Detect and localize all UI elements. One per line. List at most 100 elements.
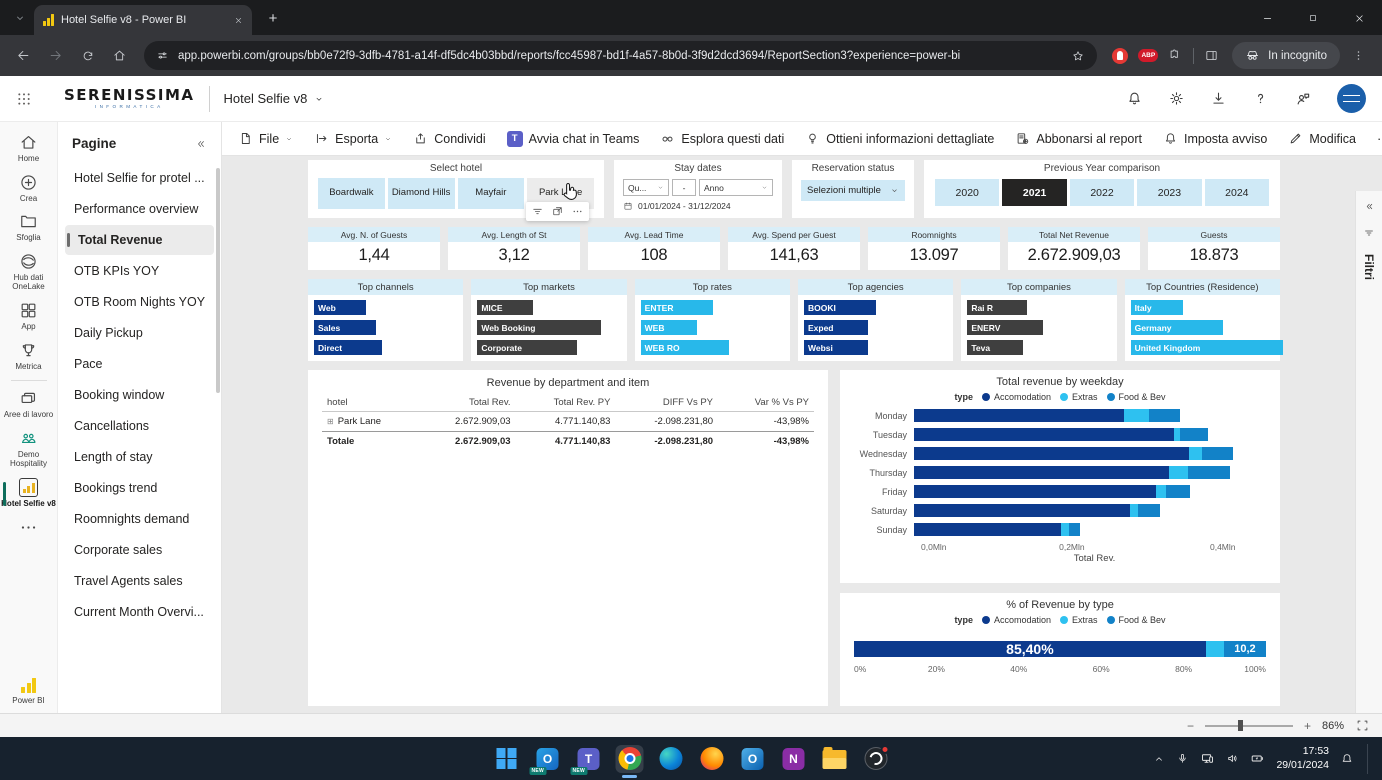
year-button-2024[interactable]: 2024 xyxy=(1205,179,1269,206)
bar-segment-accomodation[interactable] xyxy=(914,466,1169,479)
rail-item-metrica[interactable]: Metrica xyxy=(0,337,57,377)
sidebar-page-travel-agents-sales[interactable]: Travel Agents sales xyxy=(65,566,214,596)
forward-icon[interactable] xyxy=(42,42,69,69)
toolbar-imposta-avviso[interactable]: Imposta avviso xyxy=(1163,131,1267,146)
toolbar-esporta[interactable]: Esporta xyxy=(314,131,392,146)
bar-segment-accomodation[interactable] xyxy=(914,409,1124,422)
zoom-slider[interactable] xyxy=(1205,725,1293,727)
slicer-bar-enter[interactable]: ENTER xyxy=(641,300,713,315)
weekday-bar-tuesday[interactable] xyxy=(914,428,1268,441)
weekday-bar-thursday[interactable] xyxy=(914,466,1268,479)
table-header-diff-vs-py[interactable]: DIFF Vs PY xyxy=(615,394,718,412)
hotel-button-diamond-hills[interactable]: Diamond Hills xyxy=(388,178,455,209)
year-button-2023[interactable]: 2023 xyxy=(1137,179,1201,206)
sidebar-page-otb-kpis-yoy[interactable]: OTB KPIs YOY xyxy=(65,256,214,286)
table-header-total-rev[interactable]: Total Rev. xyxy=(418,394,516,412)
bar-segment-accomodation[interactable] xyxy=(914,447,1189,460)
legend-item-accomodation[interactable]: Accomodation xyxy=(982,392,1051,402)
stay-dates-period-dropdown[interactable]: Anno xyxy=(699,179,773,196)
notifications-bell-icon[interactable] xyxy=(1126,90,1143,107)
bar-segment-food-bev[interactable] xyxy=(1180,428,1208,441)
maximize-icon[interactable] xyxy=(1290,1,1336,35)
rail-item-app[interactable]: App xyxy=(0,297,57,337)
bar-segment-food-bev[interactable] xyxy=(1202,447,1234,460)
bar-segment-accomodation[interactable] xyxy=(914,428,1174,441)
slicer-bar-websi[interactable]: Websi xyxy=(804,340,868,355)
zoom-slider-thumb[interactable] xyxy=(1238,720,1243,731)
sidebar-page-performance-overview[interactable]: Performance overview xyxy=(65,194,214,224)
sidebar-page-cancellations[interactable]: Cancellations xyxy=(65,411,214,441)
sidebar-page-total-revenue[interactable]: Total Revenue xyxy=(65,225,214,255)
slicer-bar-rai-r[interactable]: Rai R xyxy=(967,300,1027,315)
tab-search-button[interactable] xyxy=(6,5,34,31)
taskbar-clock[interactable]: 17:53 29/01/2024 xyxy=(1276,745,1329,772)
sidebar-page-daily-pickup[interactable]: Daily Pickup xyxy=(65,318,214,348)
bookmark-star-icon[interactable] xyxy=(1071,49,1085,63)
collapse-sidebar-icon[interactable] xyxy=(195,138,207,150)
bar-segment-extras[interactable] xyxy=(1061,523,1069,536)
sidebar-page-pace[interactable]: Pace xyxy=(65,349,214,379)
slicer-bar-web-booking[interactable]: Web Booking xyxy=(477,320,601,335)
rail-item-home[interactable]: Home xyxy=(0,129,57,169)
year-button-2022[interactable]: 2022 xyxy=(1070,179,1134,206)
rail-item-crea[interactable]: Crea xyxy=(0,169,57,209)
settings-gear-icon[interactable] xyxy=(1168,90,1185,107)
back-icon[interactable] xyxy=(10,42,37,69)
legend-item-food-bev[interactable]: Food & Bev xyxy=(1107,615,1166,625)
sidebar-page-current-month-overvi[interactable]: Current Month Overvi... xyxy=(65,597,214,627)
rail-item-hub-dati-onelake[interactable]: Hub dati OneLake xyxy=(0,248,57,297)
browser-tab[interactable]: Hotel Selfie v8 - Power BI xyxy=(34,5,252,35)
zoom-out-button[interactable]: − xyxy=(1187,719,1194,733)
year-button-2021[interactable]: 2021 xyxy=(1002,179,1066,206)
weekday-bar-monday[interactable] xyxy=(914,409,1268,422)
bar-segment-food-bev[interactable] xyxy=(1166,485,1191,498)
taskbar-chrome-button[interactable] xyxy=(616,745,644,773)
bar-segment-accomodation[interactable] xyxy=(914,523,1061,536)
taskbar-outlook-button[interactable]: O xyxy=(739,745,767,773)
notification-center-icon[interactable] xyxy=(1340,752,1354,766)
download-icon[interactable] xyxy=(1210,90,1227,107)
sidebar-page-roomnights-demand[interactable]: Roomnights demand xyxy=(65,504,214,534)
address-bar[interactable]: app.powerbi.com/groups/bb0e72f9-3dfb-478… xyxy=(144,41,1097,70)
taskbar-outlook-new-button[interactable]: ONEW xyxy=(534,745,562,773)
table-row[interactable]: ⊞Park Lane2.672.909,034.771.140,83-2.098… xyxy=(322,412,814,432)
new-tab-button[interactable]: + xyxy=(260,5,286,31)
expand-row-icon[interactable]: ⊞ xyxy=(327,417,334,426)
slicer-bar-web[interactable]: Web xyxy=(314,300,366,315)
slicer-bar-web-ro[interactable]: WEB RO xyxy=(641,340,729,355)
taskbar-onenote-button[interactable]: N xyxy=(780,745,808,773)
filter-lines-icon[interactable] xyxy=(531,205,544,218)
bar-segment-extras[interactable] xyxy=(1189,447,1202,460)
bar-segment-extras[interactable] xyxy=(1124,409,1149,422)
waffle-menu-icon[interactable] xyxy=(16,91,32,107)
taskbar-edge-button[interactable] xyxy=(657,745,685,773)
slicer-bar-corporate[interactable]: Corporate xyxy=(477,340,577,355)
bar-segment-food-bev[interactable] xyxy=(1149,409,1180,422)
toolbar-more-options[interactable]: ··· xyxy=(1377,131,1382,146)
sidebar-page-bookings-trend[interactable]: Bookings trend xyxy=(65,473,214,503)
slicer-bar-teva[interactable]: Teva xyxy=(967,340,1023,355)
bar-segment-extras[interactable] xyxy=(1130,504,1138,517)
more-options-icon[interactable] xyxy=(571,205,584,218)
rail-item-more[interactable] xyxy=(0,514,57,542)
stay-dates-granularity-dropdown[interactable]: Qu... xyxy=(623,179,669,196)
bar-segment-extras[interactable] xyxy=(1156,485,1166,498)
microphone-icon[interactable] xyxy=(1176,752,1189,765)
close-icon[interactable] xyxy=(1336,1,1382,35)
battery-icon[interactable] xyxy=(1250,751,1265,766)
rail-item-sfoglia[interactable]: Sfoglia xyxy=(0,208,57,248)
table-header-var-vs-py[interactable]: Var % Vs PY xyxy=(718,394,814,412)
devices-icon[interactable] xyxy=(1200,751,1215,766)
legend-item-extras[interactable]: Extras xyxy=(1060,615,1098,625)
taskbar-firefox-button[interactable] xyxy=(698,745,726,773)
reload-icon[interactable] xyxy=(74,42,101,69)
adblock-extension-icon[interactable]: ABP xyxy=(1138,49,1158,62)
slicer-bar-booki[interactable]: BOOKI xyxy=(804,300,876,315)
tray-chevron-up-icon[interactable] xyxy=(1153,753,1165,765)
expand-filter-pane-icon[interactable] xyxy=(1364,201,1375,212)
pct-segment-food-bev[interactable]: 10,2 xyxy=(1224,641,1266,657)
pct-segment-accomodation[interactable]: 85,40% xyxy=(854,641,1206,657)
weekday-bar-wednesday[interactable] xyxy=(914,447,1268,460)
weekday-bar-friday[interactable] xyxy=(914,485,1268,498)
sidebar-page-booking-window[interactable]: Booking window xyxy=(65,380,214,410)
